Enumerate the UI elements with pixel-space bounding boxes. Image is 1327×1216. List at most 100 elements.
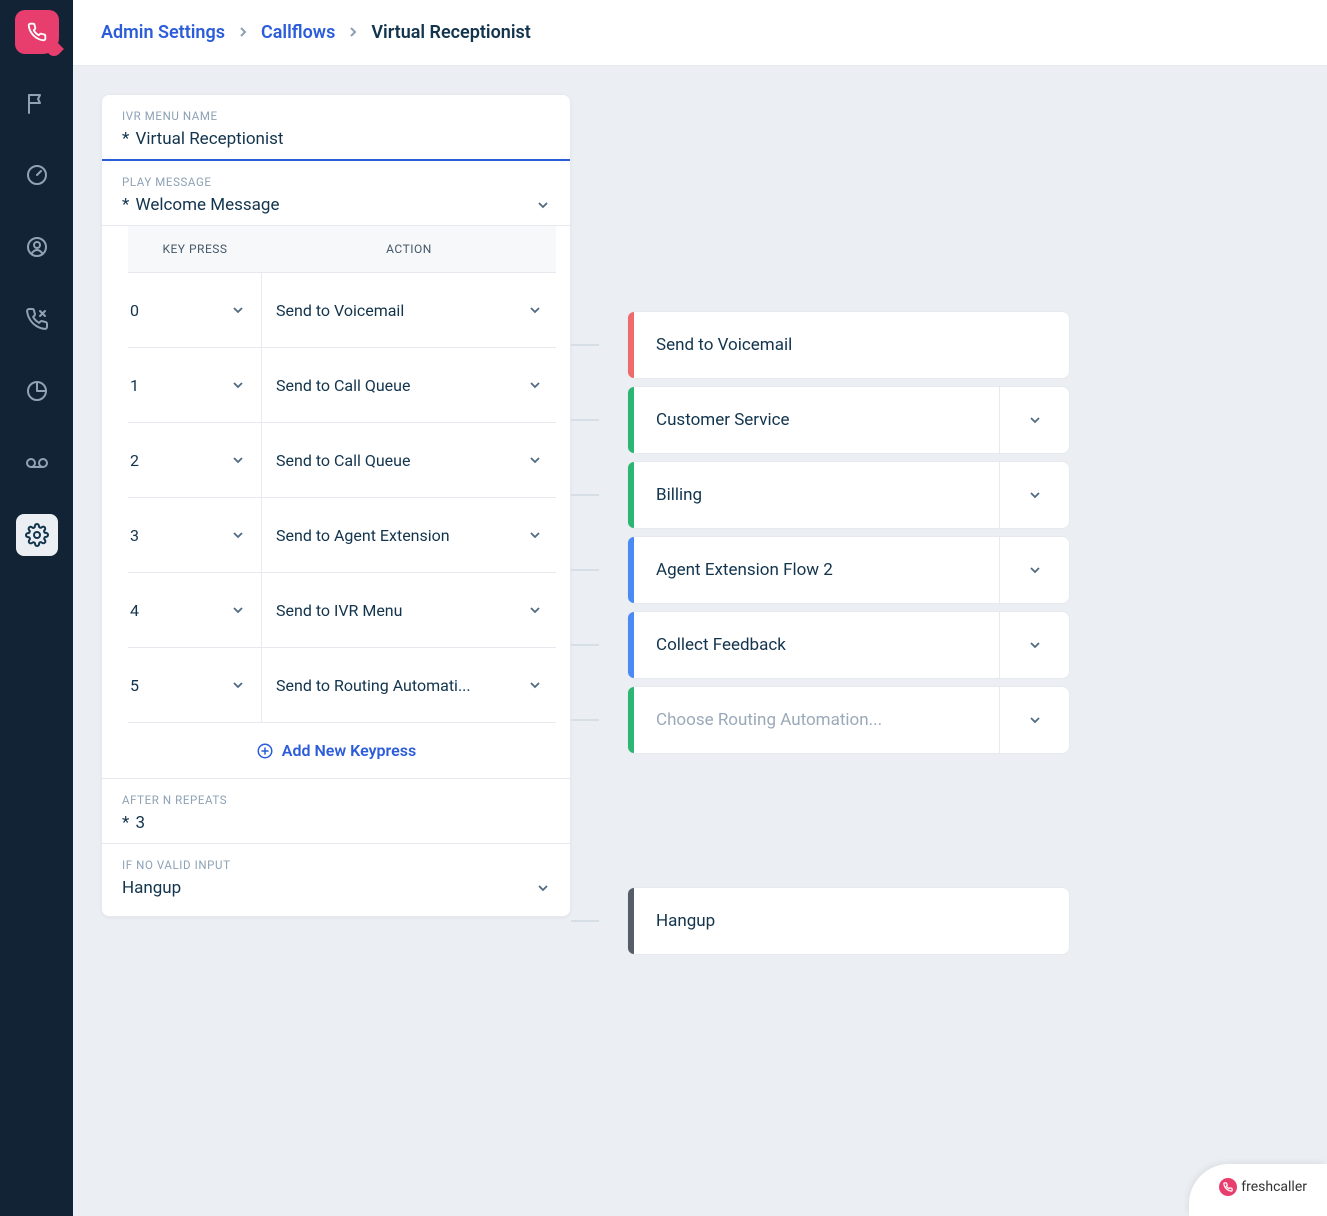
target-label: Agent Extension Flow 2 (634, 537, 999, 603)
target-card[interactable]: Customer Service (627, 386, 1070, 454)
after-repeats-field[interactable]: AFTER N REPEATS * 3 (102, 779, 570, 844)
add-keypress-button[interactable]: Add New Keypress (102, 723, 570, 779)
target-label: Collect Feedback (634, 612, 999, 678)
user-icon (25, 235, 49, 259)
target-label: Customer Service (634, 387, 999, 453)
add-keypress-label: Add New Keypress (282, 741, 416, 760)
keypress-key-select[interactable]: 2 (128, 423, 262, 497)
chevron-down-icon (231, 603, 245, 617)
breadcrumb-admin-link[interactable]: Admin Settings (101, 22, 225, 43)
brand-name: freshcaller (1241, 1179, 1307, 1195)
keypress-key-value: 4 (130, 601, 139, 620)
no-valid-input-label: IF NO VALID INPUT (122, 858, 550, 872)
target-card[interactable]: Agent Extension Flow 2 (627, 536, 1070, 604)
chevron-down-icon (528, 453, 542, 467)
keypress-key-select[interactable]: 0 (128, 273, 262, 347)
target-card[interactable]: Collect Feedback (627, 611, 1070, 679)
ivr-name-field[interactable]: IVR MENU NAME * Virtual Receptionist (102, 95, 570, 161)
connector-line (571, 494, 599, 496)
breadcrumb-current: Virtual Receptionist (371, 22, 530, 43)
keypress-action-select[interactable]: Send to Call Queue (262, 348, 556, 422)
target-dropdown[interactable] (999, 687, 1069, 753)
chevron-down-icon (536, 881, 550, 895)
keypress-key-select[interactable]: 5 (128, 648, 262, 722)
nav-dashboard[interactable] (16, 154, 58, 196)
target-label: Billing (634, 462, 999, 528)
hangup-target-card[interactable]: Hangup (627, 887, 1070, 955)
chevron-down-icon (1028, 638, 1042, 652)
required-marker: * (122, 129, 129, 149)
chevron-down-icon (1028, 488, 1042, 502)
flag-icon (25, 91, 49, 115)
connector-line (571, 644, 599, 646)
connector-line (571, 920, 599, 922)
th-key-press: KEY PRESS (128, 242, 262, 256)
keypress-action-select[interactable]: Send to Voicemail (262, 273, 556, 347)
ivr-name-value: Virtual Receptionist (136, 129, 284, 149)
after-repeats-label: AFTER N REPEATS (122, 793, 550, 807)
connector-line (571, 569, 599, 571)
nav-reports[interactable] (16, 370, 58, 412)
keypress-action-value: Send to Agent Extension (276, 526, 450, 545)
target-card[interactable]: Billing (627, 461, 1070, 529)
keypress-key-select[interactable]: 1 (128, 348, 262, 422)
keypress-key-value: 2 (130, 451, 139, 470)
keypress-key-select[interactable]: 4 (128, 573, 262, 647)
target-label: Send to Voicemail (634, 312, 1069, 378)
brand-badge: freshcaller (1189, 1164, 1327, 1216)
keypress-key-value: 5 (130, 676, 139, 695)
chevron-down-icon (528, 378, 542, 392)
connector-line (571, 719, 599, 721)
keypress-action-value: Send to Call Queue (276, 376, 410, 395)
main-content: Admin Settings Callflows Virtual Recepti… (73, 0, 1327, 1216)
target-dropdown[interactable] (999, 612, 1069, 678)
target-label: Hangup (634, 888, 1069, 954)
keypress-action-value: Send to Voicemail (276, 301, 404, 320)
keypress-row: 4 Send to IVR Menu (128, 573, 556, 648)
target-dropdown[interactable] (999, 387, 1069, 453)
chevron-down-icon (231, 528, 245, 542)
keypress-action-select[interactable]: Send to Call Queue (262, 423, 556, 497)
chevron-down-icon (231, 303, 245, 317)
nav-voicemail[interactable] (16, 442, 58, 484)
plus-circle-icon (256, 742, 274, 760)
play-message-value: Welcome Message (136, 195, 280, 215)
breadcrumb-callflows-link[interactable]: Callflows (261, 22, 335, 43)
keypress-row: 5 Send to Routing Automati... (128, 648, 556, 723)
target-dropdown[interactable] (999, 462, 1069, 528)
chevron-down-icon (528, 603, 542, 617)
keypress-action-value: Send to IVR Menu (276, 601, 402, 620)
nav-contacts[interactable] (16, 226, 58, 268)
breadcrumb: Admin Settings Callflows Virtual Recepti… (73, 0, 1327, 66)
gauge-icon (25, 163, 49, 187)
required-marker: * (122, 195, 129, 215)
chevron-down-icon (231, 678, 245, 692)
target-dropdown[interactable] (999, 537, 1069, 603)
app-logo[interactable] (15, 10, 59, 54)
target-card[interactable]: Send to Voicemail (627, 311, 1070, 379)
no-valid-input-field[interactable]: IF NO VALID INPUT Hangup (102, 844, 570, 916)
nav-admin-settings[interactable] (16, 514, 58, 556)
play-message-label: PLAY MESSAGE (122, 175, 550, 189)
keypress-row: 1 Send to Call Queue (128, 348, 556, 423)
required-marker: * (122, 813, 129, 833)
connector-line (571, 419, 599, 421)
keypress-row: 3 Send to Agent Extension (128, 498, 556, 573)
keypress-key-select[interactable]: 3 (128, 498, 262, 572)
keypress-action-select[interactable]: Send to Agent Extension (262, 498, 556, 572)
target-card[interactable]: Choose Routing Automation... (627, 686, 1070, 754)
nav-calls[interactable] (16, 298, 58, 340)
keypress-key-value: 3 (130, 526, 139, 545)
keypress-rows: 0 Send to Voicemail 1 Send to Call Queue 2 Se… (128, 273, 556, 723)
keypress-action-select[interactable]: Send to Routing Automati... (262, 648, 556, 722)
chevron-right-icon (239, 24, 247, 42)
brand-logo-icon (1219, 1178, 1237, 1196)
nav-flag[interactable] (16, 82, 58, 124)
after-repeats-value: 3 (136, 813, 146, 833)
keypress-action-select[interactable]: Send to IVR Menu (262, 573, 556, 647)
th-action: ACTION (262, 242, 556, 256)
phone-icon (27, 22, 47, 42)
ivr-name-label: IVR MENU NAME (122, 109, 550, 123)
keypress-action-value: Send to Call Queue (276, 451, 410, 470)
play-message-field[interactable]: PLAY MESSAGE * Welcome Message (102, 161, 570, 226)
